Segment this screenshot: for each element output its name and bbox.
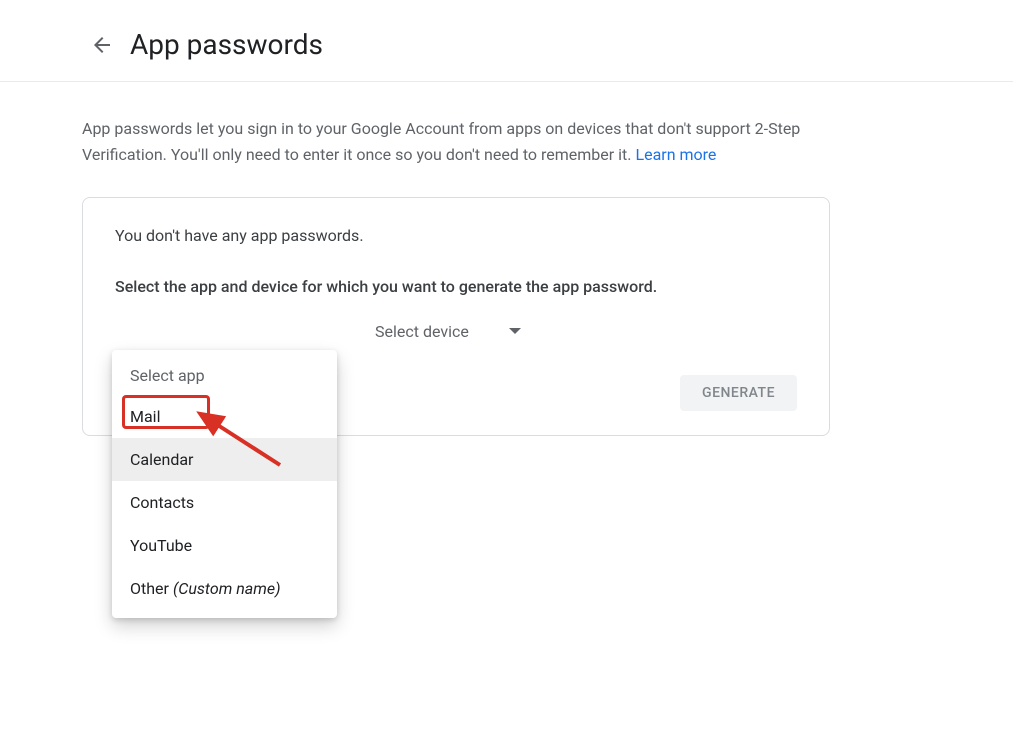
app-option-youtube[interactable]: YouTube	[112, 524, 337, 567]
generate-button[interactable]: GENERATE	[680, 375, 797, 411]
option-label: Contacts	[130, 493, 194, 512]
select-device-dropdown[interactable]: Select device	[375, 316, 521, 347]
option-label: Mail	[130, 407, 160, 426]
select-instruction: Select the app and device for which you …	[115, 277, 797, 296]
intro-text: App passwords let you sign in to your Go…	[82, 116, 830, 167]
app-option-other[interactable]: Other (Custom name)	[112, 567, 337, 610]
dropdown-placeholder: Select app	[112, 358, 337, 395]
app-option-contacts[interactable]: Contacts	[112, 481, 337, 524]
header: App passwords	[0, 0, 1013, 82]
option-label: Calendar	[130, 450, 193, 469]
select-device-placeholder: Select device	[375, 322, 469, 341]
chevron-down-icon	[509, 322, 521, 341]
back-arrow-icon[interactable]	[90, 33, 114, 57]
selectors-row: Select device	[115, 316, 797, 347]
option-other-prefix: Other	[130, 579, 173, 598]
app-option-mail[interactable]: Mail	[112, 395, 337, 438]
select-app-dropdown-menu: Select app Mail Calendar Contacts YouTub…	[112, 350, 337, 618]
learn-more-link[interactable]: Learn more	[635, 145, 716, 164]
page-title: App passwords	[130, 28, 323, 61]
no-passwords-text: You don't have any app passwords.	[115, 226, 797, 245]
option-label: YouTube	[130, 536, 192, 555]
app-option-calendar[interactable]: Calendar	[112, 438, 337, 481]
select-app-dropdown-trigger[interactable]	[115, 317, 315, 347]
option-other-suffix: (Custom name)	[173, 579, 281, 598]
